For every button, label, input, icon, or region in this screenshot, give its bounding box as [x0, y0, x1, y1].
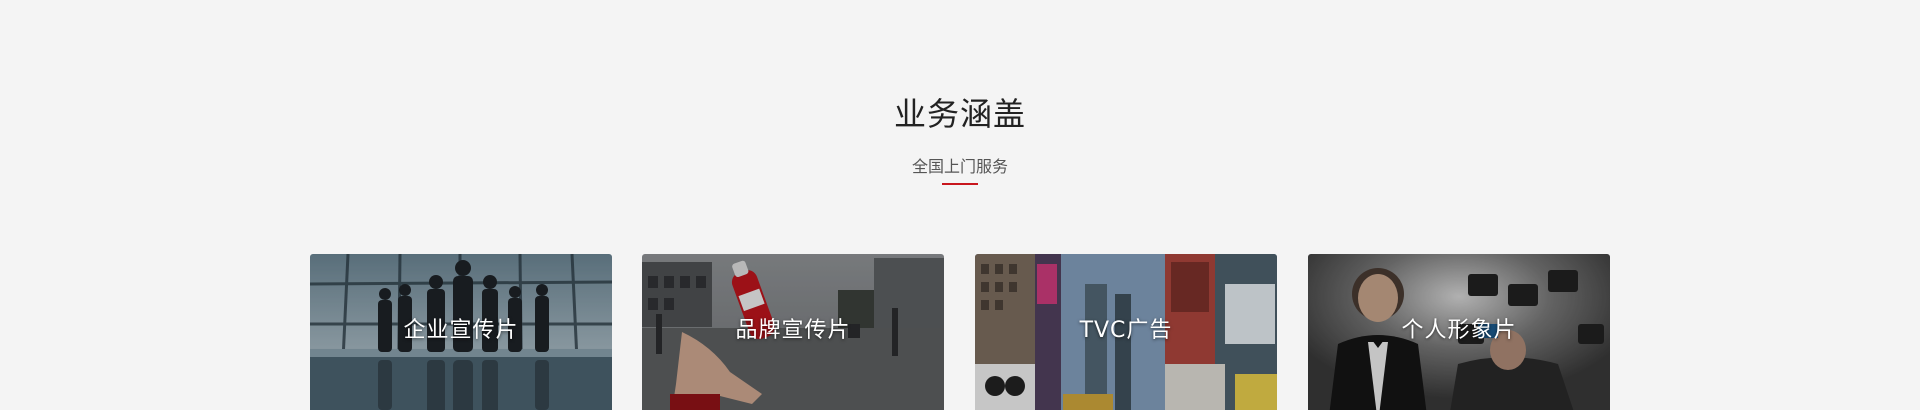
service-card-tvc-ad[interactable]: TVC广告 — [975, 254, 1277, 410]
business-coverage-section: 业务涵盖 全国上门服务 企业宣传片 品牌宣传片 TVC广告 个人形象片 — [0, 0, 1920, 410]
service-cards: 企业宣传片 品牌宣传片 TVC广告 个人形象片 — [310, 254, 1610, 410]
section-subtitle: 全国上门服务 — [911, 157, 1008, 176]
card-label: 个人形象片 — [1401, 318, 1517, 343]
service-card-corporate-video[interactable]: 企业宣传片 — [310, 254, 612, 410]
card-label: 企业宣传片 — [403, 318, 519, 343]
card-label: TVC广告 — [1079, 318, 1173, 343]
section-title: 业务涵盖 — [893, 95, 1026, 133]
service-card-personal-image-video[interactable]: 个人形象片 — [1308, 254, 1610, 410]
card-label: 品牌宣传片 — [735, 318, 851, 343]
title-underline — [942, 183, 978, 185]
service-card-brand-video[interactable]: 品牌宣传片 — [642, 254, 944, 410]
